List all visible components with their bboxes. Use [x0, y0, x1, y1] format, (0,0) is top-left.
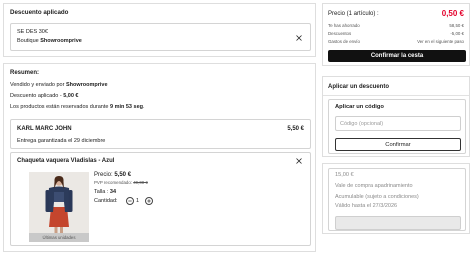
quantity-label: Cantidad: — [94, 198, 118, 204]
summary-panel: Resumen: Vendido y enviado por Showroomp… — [3, 63, 316, 252]
discount-boutique: Boutique Showroomprive — [17, 38, 82, 45]
discount-code-input[interactable] — [336, 117, 460, 130]
sold-by-line: Vendido y enviado por Showroomprive — [10, 82, 108, 89]
price-count-label: Precio (1 artículo) : — [328, 11, 379, 17]
apply-code-title: Aplicar un código — [335, 104, 384, 110]
voucher-apply-button[interactable] — [335, 216, 461, 230]
size-value: 34 — [109, 189, 117, 195]
savings-label: Te has ahorrado — [328, 23, 360, 28]
voucher-amount: 15,00 € — [335, 172, 354, 178]
brand-subtotal: 5,50 € — [287, 126, 304, 132]
discount-code: SE DES 30€ — [17, 29, 48, 35]
shipping-value: Ver en el siguiente paso — [417, 39, 464, 44]
plus-icon — [147, 199, 152, 204]
price-value: 5,50 € — [114, 172, 132, 178]
voucher-panel: 15,00 € Vale de compra apadrinamiento Ac… — [322, 163, 470, 234]
product-price: Precio: 5,50 € — [94, 172, 131, 179]
delivery-date: Entrega garantizada el 29 diciembre — [17, 138, 106, 144]
quantity-stepper: Cantidad: 1 — [94, 197, 164, 206]
product-photo — [29, 172, 89, 242]
product-card: Chaqueta vaquera Vladislas - Azul Última… — [10, 152, 311, 246]
brand-group-card: KARL MARC JOHN 5,50 € Entrega garantizad… — [10, 119, 311, 149]
confirm-cart-button[interactable]: Confirmar la cesta — [328, 50, 466, 62]
discount-line: Descuento aplicado - 5,00 € — [10, 93, 79, 100]
voucher-name: Vale de compra apadrinamiento — [335, 183, 413, 189]
apply-code-card: Aplicar un código Confirmar — [328, 99, 466, 154]
quantity-value: 1 — [136, 198, 140, 204]
price-label: Precio: — [94, 172, 115, 178]
brand-name: KARL MARC JOHN — [17, 126, 72, 132]
close-icon[interactable] — [296, 35, 302, 41]
voucher-validity: Válido hasta el 27/3/2026 — [335, 203, 398, 209]
discount-code-field[interactable] — [335, 116, 461, 131]
voucher-card: 15,00 € Vale de compra apadrinamiento Ac… — [328, 168, 466, 231]
reservation-line: Los productos están reservados durante 9… — [10, 104, 145, 111]
reservation-suffix: . — [143, 104, 145, 110]
summary-title: Resumen: — [10, 70, 40, 76]
savings-value: 58,50 € — [449, 23, 464, 28]
discount-prefix: Descuento aplicado - — [10, 93, 64, 99]
size-label: Talla : — [94, 189, 110, 195]
minus-icon — [128, 201, 133, 202]
rrp-label: PVP recomendado: — [94, 180, 134, 185]
reservation-prefix: Los productos están reservados durante — [10, 104, 110, 110]
boutique-name: Showroomprive — [40, 38, 82, 44]
product-size: Talla : 34 — [94, 189, 116, 196]
order-total-panel: Precio (1 artículo) : 0,50 € Te has ahor… — [322, 3, 470, 66]
apply-discount-panel: Aplicar un descuento Aplicar un código C… — [322, 76, 470, 157]
close-icon[interactable] — [296, 158, 302, 164]
sold-by-prefix: Vendido y enviado por — [10, 82, 66, 88]
sold-by-name: Showroomprive — [65, 82, 108, 88]
applied-discount-title: Descuento aplicado — [10, 9, 69, 16]
last-units-badge: Últimas unidades — [29, 233, 89, 242]
apply-code-confirm-button[interactable]: Confirmar — [335, 138, 461, 151]
voucher-condition: Acumulable (sujeto a condiciones) — [335, 194, 419, 200]
product-rrp: PVP recomendado: 49,00 € — [94, 180, 148, 186]
product-name: Chaqueta vaquera Vladislas - Azul — [17, 158, 115, 164]
shipping-label: Gastos de envío — [328, 39, 360, 44]
discounts-value: -5,00 € — [450, 31, 464, 36]
applied-discount-card: SE DES 30€ Boutique Showroomprive — [10, 23, 311, 51]
rrp-value: 49,00 € — [133, 180, 148, 185]
total-price: 0,50 € — [441, 9, 464, 18]
decrease-quantity-button[interactable] — [126, 197, 134, 205]
increase-quantity-button[interactable] — [145, 197, 153, 205]
discounts-label: Descuentos — [328, 31, 352, 36]
divider — [323, 95, 469, 96]
product-image[interactable]: Últimas unidades — [29, 172, 89, 242]
boutique-prefix: Boutique — [17, 38, 41, 44]
apply-discount-title: Aplicar un descuento — [328, 84, 390, 90]
applied-discount-panel: Descuento aplicado SE DES 30€ Boutique S… — [3, 3, 316, 57]
reservation-timer: 9 min 53 seg — [109, 104, 144, 110]
discount-value: 5,00 € — [63, 93, 79, 99]
